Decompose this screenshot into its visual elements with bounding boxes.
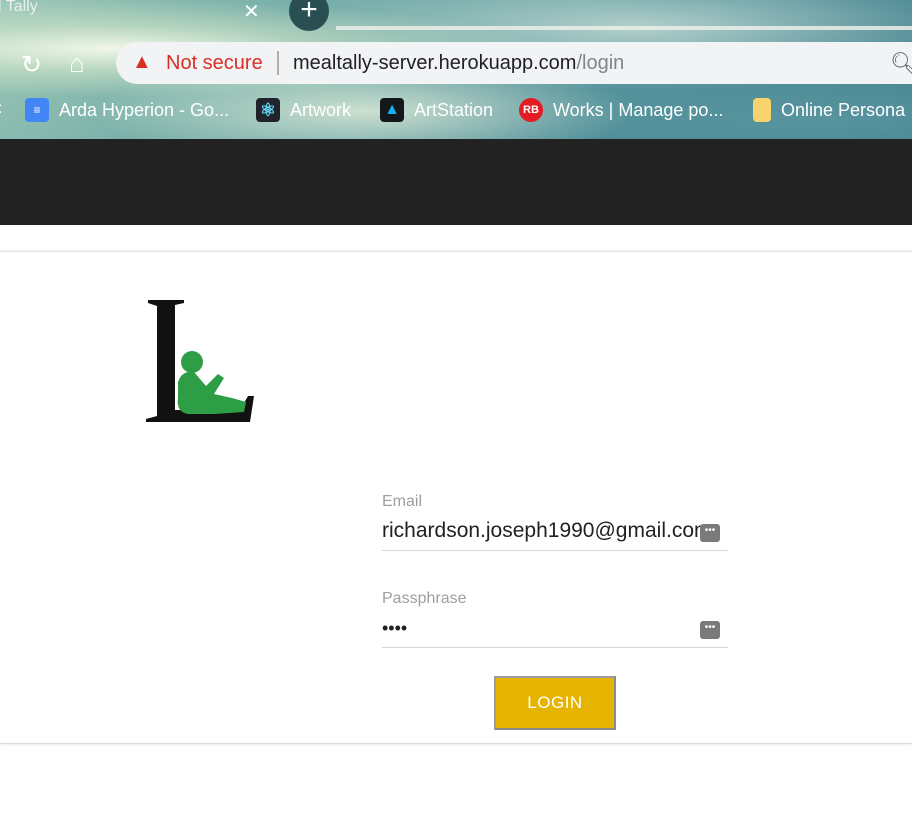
url-path: /login — [576, 52, 625, 74]
url-text[interactable]: mealtally-server.herokuapp.com/login — [293, 52, 624, 75]
warning-triangle-icon[interactable]: ▲ — [132, 51, 152, 74]
url-host: mealtally-server.herokuapp.com — [293, 52, 577, 74]
bookmark-artwork[interactable]: ⚛ Artwork — [256, 92, 351, 128]
bookmark-label: Works | Manage po... — [553, 99, 724, 120]
bookmark-arda-hyperion[interactable]: ≡ Arda Hyperion - Go... — [25, 92, 229, 128]
email-input[interactable]: richardson.joseph1990@gmail.com — [382, 511, 728, 551]
browser-chrome: l Tally ✕ + ↻ ⌂ ▲ Not secure mealtally-s… — [0, 0, 912, 139]
passphrase-label: Passphrase — [382, 590, 467, 607]
artstation-icon: ▲ — [380, 98, 404, 122]
bookmark-label: Arda Hyperion - Go... — [59, 99, 230, 120]
new-tab-button[interactable]: + — [289, 0, 329, 31]
email-field-group: Email richardson.joseph1990@gmail.com ••… — [382, 493, 728, 551]
app-header-bar — [0, 139, 912, 225]
bookmark-label: ArtStation — [414, 99, 494, 120]
email-label: Email — [382, 493, 423, 510]
home-icon[interactable]: ⌂ — [69, 48, 85, 79]
bookmark-online-persona[interactable]: Online Persona — [753, 92, 905, 128]
google-docs-icon: ≡ — [25, 98, 49, 122]
password-manager-icon[interactable]: ••• — [700, 621, 720, 639]
tab-title[interactable]: l Tally — [0, 0, 38, 16]
tab-strip-divider — [336, 26, 912, 30]
password-manager-icon[interactable]: ••• — [700, 524, 720, 542]
login-button[interactable]: LOGIN — [494, 676, 616, 730]
omnibox-divider — [277, 51, 279, 75]
close-tab-icon[interactable]: ✕ — [243, 0, 260, 24]
redbubble-icon: RB — [519, 98, 543, 122]
zoom-icon[interactable]: 🔍︎ — [890, 51, 912, 77]
passphrase-field-group: Passphrase •••• ••• — [382, 590, 728, 648]
bookmark-label: Artwork — [290, 99, 352, 120]
reload-icon[interactable]: ↻ — [21, 50, 42, 80]
folder-icon — [753, 98, 771, 122]
passphrase-input[interactable]: •••• — [382, 608, 728, 648]
bookmark-overflow-icon[interactable]: : — [0, 100, 2, 118]
bookmarks-bar: : ≡ Arda Hyperion - Go... ⚛ Artwork ▲ Ar… — [0, 92, 912, 128]
bookmark-label: Online Persona — [781, 99, 906, 120]
react-icon: ⚛ — [256, 98, 280, 122]
bookmark-artstation[interactable]: ▲ ArtStation — [380, 92, 493, 128]
mealtally-logo-icon — [146, 300, 254, 422]
bookmark-works-manage[interactable]: RB Works | Manage po... — [519, 92, 723, 128]
address-bar[interactable]: ▲ Not secure mealtally-server.herokuapp.… — [116, 42, 912, 84]
security-status[interactable]: Not secure — [166, 52, 263, 75]
